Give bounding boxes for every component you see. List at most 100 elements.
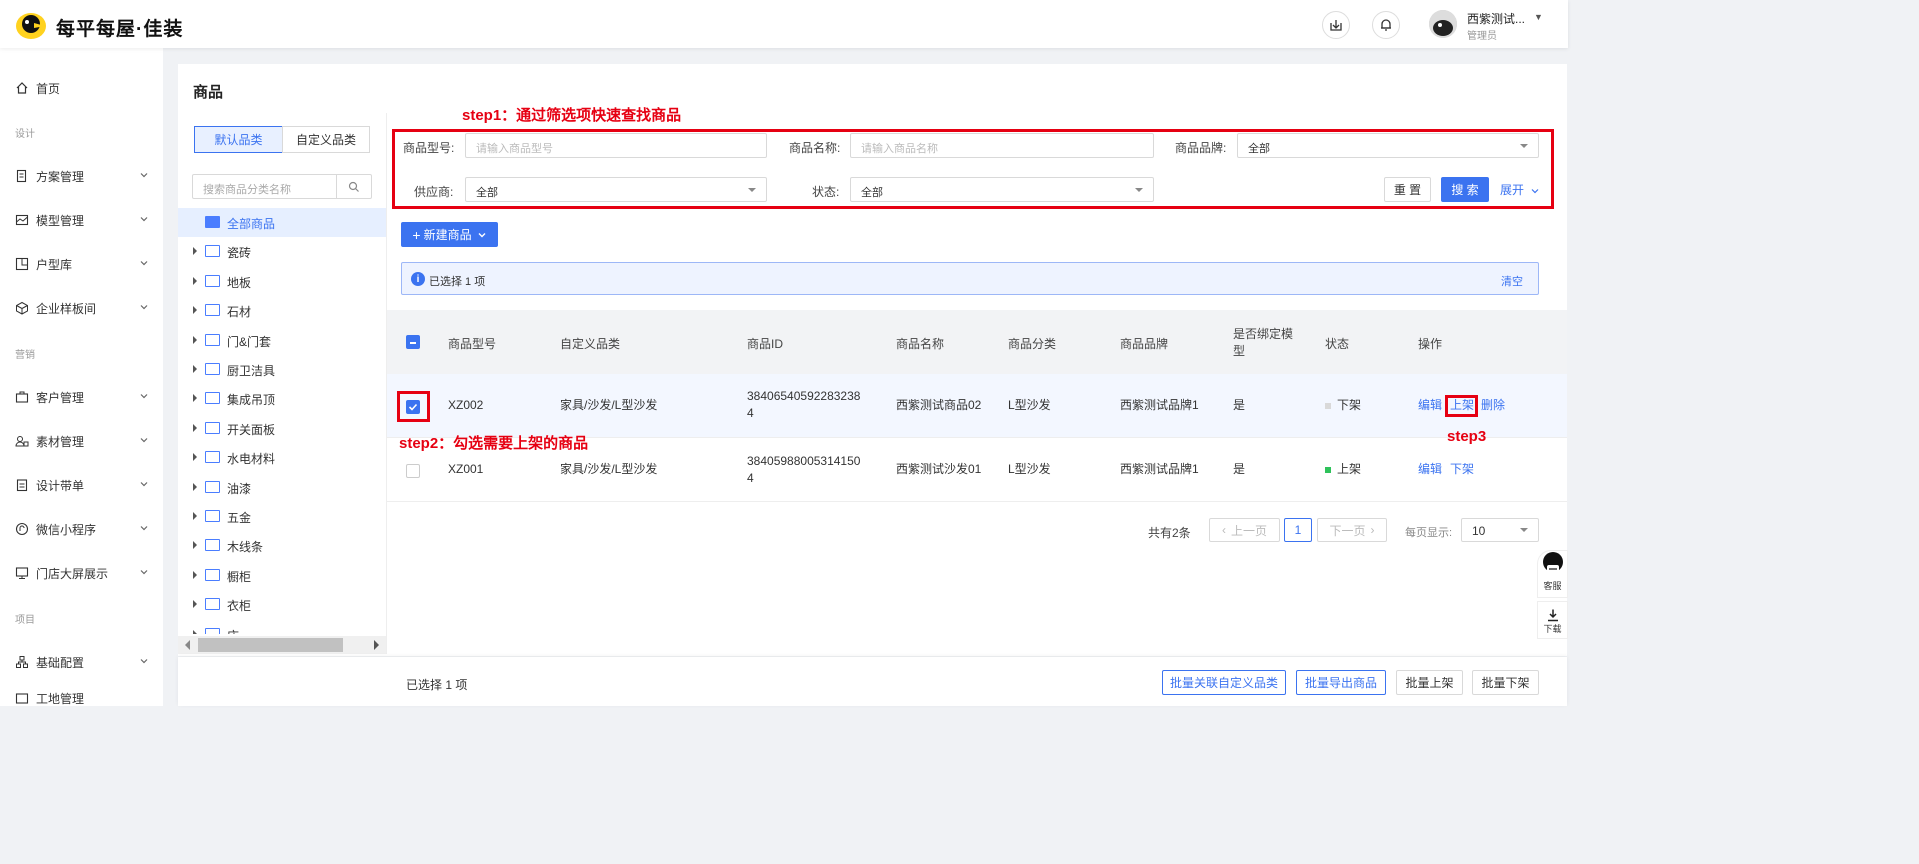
page-number-button[interactable]: 1 bbox=[1284, 518, 1312, 542]
batch-unpublish-button[interactable]: 批量下架 bbox=[1472, 670, 1539, 695]
tree-node[interactable]: 集成吊顶 bbox=[178, 384, 386, 413]
cell-brand: 西紫测试品牌1 bbox=[1120, 398, 1199, 412]
tree-node[interactable]: 全部商品 bbox=[178, 208, 386, 237]
tab-default-category[interactable]: 默认品类 bbox=[194, 126, 283, 153]
sidebar-item-store-screen[interactable]: 门店大屏展示 bbox=[0, 558, 163, 588]
folder-icon bbox=[205, 627, 220, 634]
scroll-left-icon[interactable] bbox=[185, 640, 190, 650]
caret-right-icon[interactable] bbox=[193, 394, 197, 403]
sidebar-item-label: 方案管理 bbox=[36, 169, 85, 184]
inbox-icon[interactable] bbox=[1322, 11, 1350, 39]
folder-icon bbox=[205, 363, 220, 375]
users-icon bbox=[15, 434, 29, 448]
cell-brand: 西紫测试品牌1 bbox=[1120, 462, 1199, 476]
sidebar-item-material[interactable]: 素材管理 bbox=[0, 426, 163, 456]
per-page-select[interactable]: 10 bbox=[1461, 518, 1539, 542]
bell-icon[interactable] bbox=[1372, 11, 1400, 39]
sidebar-item-label: 门店大屏展示 bbox=[36, 566, 109, 581]
batch-link-custom-category-button[interactable]: 批量关联自定义品类 bbox=[1162, 670, 1286, 695]
filter-label-supplier: 供应商: bbox=[414, 185, 454, 199]
category-search-input[interactable]: 搜索商品分类名称 bbox=[192, 174, 372, 199]
tree-node[interactable]: 木线条 bbox=[178, 531, 386, 560]
tree-node[interactable]: 油漆 bbox=[178, 473, 386, 502]
caret-right-icon[interactable] bbox=[193, 629, 197, 634]
caret-right-icon[interactable] bbox=[193, 423, 197, 432]
sidebar-item-model[interactable]: 模型管理 bbox=[0, 205, 163, 235]
scrollbar-thumb[interactable] bbox=[198, 638, 343, 652]
sidebar-item-home[interactable]: 首页 bbox=[0, 73, 163, 103]
edit-link[interactable]: 编辑 bbox=[1418, 461, 1442, 478]
avatar[interactable] bbox=[1429, 10, 1457, 38]
caret-right-icon[interactable] bbox=[193, 453, 197, 462]
user-dropdown-icon[interactable]: ▼ bbox=[1534, 12, 1543, 22]
name-input[interactable]: 请输入商品名称 bbox=[850, 133, 1154, 158]
tree-node[interactable]: 开关面板 bbox=[178, 414, 386, 443]
floorplan-icon bbox=[15, 257, 29, 271]
edit-link[interactable]: 编辑 bbox=[1418, 397, 1442, 414]
sidebar-item-plan[interactable]: 方案管理 bbox=[0, 161, 163, 191]
chevron-left-icon: ‹ bbox=[1221, 523, 1226, 537]
batch-publish-button[interactable]: 批量上架 bbox=[1396, 670, 1463, 695]
caret-right-icon[interactable] bbox=[193, 600, 197, 609]
column-header: 自定义品类 bbox=[560, 337, 621, 351]
scroll-right-icon[interactable] bbox=[374, 640, 379, 650]
next-page-button[interactable]: 下一页 › bbox=[1317, 518, 1387, 542]
expand-label: 展开 bbox=[1500, 183, 1525, 197]
prev-page-button[interactable]: ‹ 上一页 bbox=[1209, 518, 1280, 542]
model-input[interactable]: 请输入商品型号 bbox=[465, 133, 767, 158]
tree-node[interactable]: 石材 bbox=[178, 296, 386, 325]
sidebar-item-showroom[interactable]: 企业样板间 bbox=[0, 293, 163, 323]
download-button[interactable]: 下载 bbox=[1537, 601, 1568, 639]
expand-toggle[interactable]: 展开 bbox=[1500, 181, 1540, 198]
column-header: 是否绑定模型 bbox=[1233, 327, 1294, 358]
select-all-checkbox[interactable] bbox=[406, 335, 420, 349]
new-product-button[interactable]: + 新建商品 bbox=[401, 222, 498, 247]
caret-right-icon[interactable] bbox=[193, 482, 197, 491]
sidebar-item-base-config[interactable]: 基础配置 bbox=[0, 647, 163, 677]
cell-custom-category: 家具/沙发/L型沙发 bbox=[560, 398, 658, 412]
caret-right-icon[interactable] bbox=[193, 335, 197, 344]
tree-node[interactable]: 橱柜 bbox=[178, 561, 386, 590]
table-row[interactable]: XZ002 家具/沙发/L型沙发 384065405922832384 西紫测试… bbox=[387, 374, 1567, 438]
caret-right-icon[interactable] bbox=[193, 306, 197, 315]
batch-export-button[interactable]: 批量导出商品 bbox=[1296, 670, 1386, 695]
caret-right-icon[interactable] bbox=[193, 570, 197, 579]
folder-icon bbox=[205, 421, 220, 434]
tree-node[interactable]: 衣柜 bbox=[178, 590, 386, 619]
tree-horizontal-scrollbar[interactable] bbox=[178, 636, 386, 654]
row-checkbox[interactable] bbox=[406, 464, 420, 478]
unpublish-link[interactable]: 下架 bbox=[1450, 461, 1474, 478]
tree-node[interactable]: 五金 bbox=[178, 502, 386, 531]
caret-right-icon[interactable] bbox=[193, 541, 197, 550]
column-header: 商品型号 bbox=[448, 337, 497, 351]
sidebar-item-design-order[interactable]: 设计带单 bbox=[0, 470, 163, 500]
brand-select[interactable]: 全部 bbox=[1237, 133, 1539, 158]
reset-button[interactable]: 重 置 bbox=[1384, 177, 1431, 202]
supplier-select[interactable]: 全部 bbox=[465, 177, 767, 202]
caret-right-icon[interactable] bbox=[193, 512, 197, 520]
folder-icon bbox=[205, 451, 220, 464]
caret-right-icon[interactable] bbox=[193, 247, 197, 256]
column-header: 商品品牌 bbox=[1120, 337, 1169, 351]
caret-right-icon[interactable] bbox=[193, 276, 197, 285]
cell-id: 384065405922832384 bbox=[747, 389, 861, 420]
status-select[interactable]: 全部 bbox=[850, 177, 1154, 202]
tree-node[interactable]: 厨卫洁具 bbox=[178, 355, 386, 384]
sidebar-item-floorplan[interactable]: 户型库 bbox=[0, 249, 163, 279]
clear-selection-link[interactable]: 清空 bbox=[1501, 273, 1523, 289]
tree-node[interactable]: 床 bbox=[178, 620, 386, 634]
sidebar-item-customer[interactable]: 客户管理 bbox=[0, 382, 163, 412]
sidebar-item-site-management[interactable]: 工地管理 bbox=[0, 690, 163, 706]
delete-link[interactable]: 删除 bbox=[1481, 397, 1505, 414]
tree-node[interactable]: 水电材料 bbox=[178, 443, 386, 472]
customer-service-button[interactable]: 客服 bbox=[1537, 550, 1568, 598]
tree-node[interactable]: 瓷砖 bbox=[178, 237, 386, 266]
tab-custom-category[interactable]: 自定义品类 bbox=[282, 126, 370, 153]
tree-node[interactable]: 地板 bbox=[178, 267, 386, 296]
search-button[interactable]: 搜 索 bbox=[1441, 177, 1489, 202]
sidebar-item-mini-program[interactable]: 微信小程序 bbox=[0, 514, 163, 544]
search-icon[interactable] bbox=[336, 175, 371, 198]
user-name[interactable]: 西紫测试... bbox=[1467, 10, 1525, 27]
tree-node[interactable]: 门&门套 bbox=[178, 326, 386, 355]
caret-right-icon[interactable] bbox=[193, 365, 197, 373]
